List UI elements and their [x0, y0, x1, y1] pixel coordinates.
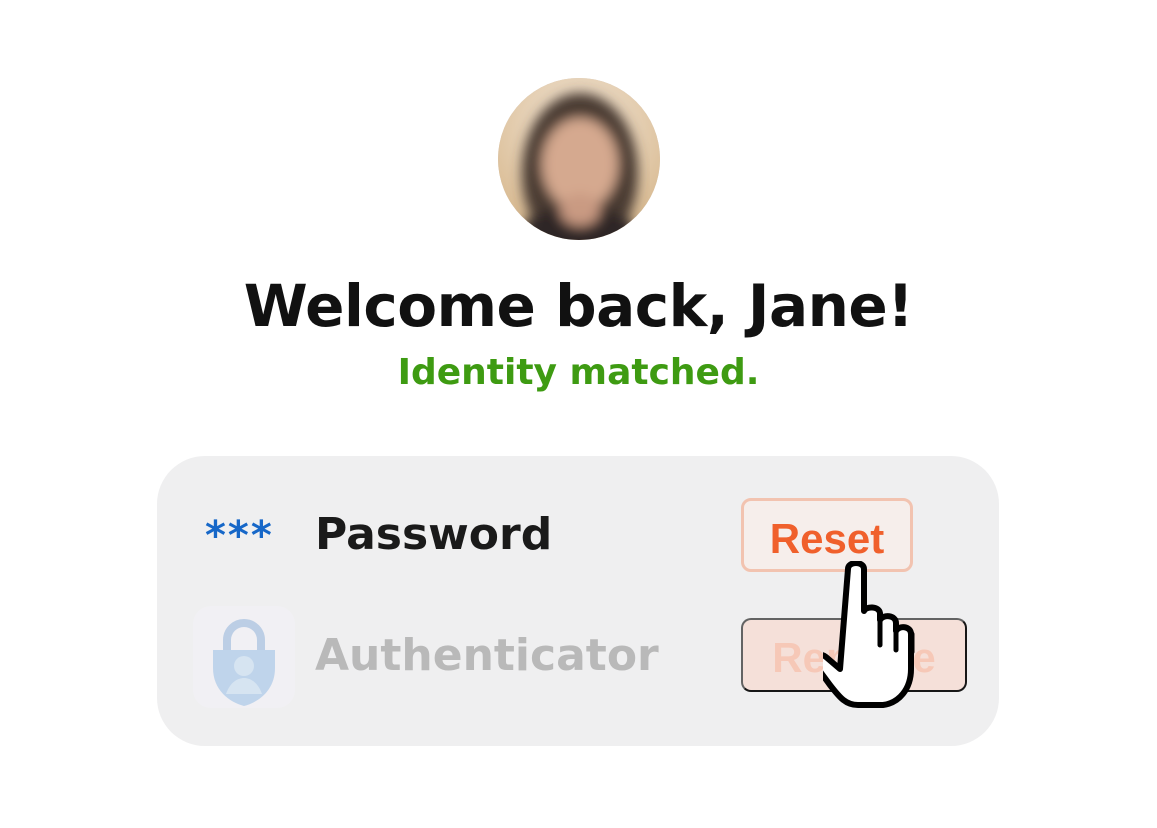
identity-status: Identity matched.	[397, 352, 760, 393]
authenticator-label: Authenticator	[315, 630, 659, 681]
password-label: Password	[315, 509, 553, 560]
user-avatar	[498, 78, 660, 240]
hand-cursor-icon	[823, 561, 915, 708]
welcome-title: Welcome back, Jane!	[243, 272, 914, 340]
authenticator-lock-icon	[193, 606, 295, 708]
password-dots-icon: ***	[205, 513, 274, 559]
